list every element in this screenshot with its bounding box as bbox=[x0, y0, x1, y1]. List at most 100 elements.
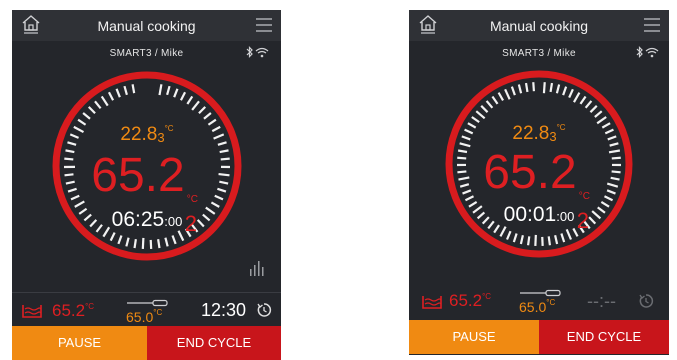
dial-tick bbox=[107, 91, 115, 101]
timer-reset-icon[interactable] bbox=[256, 302, 272, 318]
dial-tick bbox=[562, 86, 568, 96]
dial-tick bbox=[524, 82, 529, 93]
bar-graph-icon[interactable] bbox=[249, 260, 265, 276]
status-icons bbox=[246, 46, 269, 58]
dial-tick bbox=[109, 232, 116, 242]
status-footer: 65.2°C 65.0°C 12:30 bbox=[12, 292, 281, 326]
water-bath-icon bbox=[422, 296, 442, 309]
cooking-screen-running: Manual cooking SMART3 / Mike 22.83°C 65.… bbox=[12, 10, 281, 360]
page-title: Manual cooking bbox=[489, 18, 589, 34]
bath-temperature: 65.2°C bbox=[52, 301, 95, 320]
pause-button[interactable]: PAUSE bbox=[409, 320, 539, 354]
cycle-timer: 06:25:00 bbox=[111, 208, 183, 231]
dial-tick bbox=[547, 236, 552, 246]
dial-tick bbox=[499, 226, 507, 237]
temperature-dial: 22.83°C 65.2 °C 2 00:01:00 bbox=[442, 67, 636, 261]
dial-tick bbox=[87, 106, 96, 115]
dial-tick bbox=[506, 230, 512, 240]
dial-tick bbox=[555, 84, 561, 94]
dial-tick bbox=[203, 112, 212, 120]
dial-tick bbox=[517, 84, 523, 94]
dial-tick bbox=[554, 234, 559, 245]
core-temperature: 65.2 °C 2 bbox=[91, 149, 198, 236]
dial-tick bbox=[568, 88, 574, 98]
remaining-time: 12:30 bbox=[201, 300, 247, 320]
dial-tick bbox=[123, 85, 128, 96]
dial-tick bbox=[117, 235, 123, 245]
dial-tick bbox=[100, 95, 109, 107]
dial-tick bbox=[131, 84, 136, 94]
cycle-timer: 00:01:00 bbox=[503, 203, 575, 226]
dial-tick bbox=[573, 92, 581, 103]
dial-tick bbox=[471, 116, 480, 124]
bath-temperature: 65.2°C bbox=[449, 291, 492, 310]
dial-tick bbox=[82, 112, 91, 120]
page-title: Manual cooking bbox=[97, 18, 196, 34]
dial-tick bbox=[497, 92, 505, 102]
dial-tick bbox=[491, 95, 499, 105]
status-footer: 65.2°C 65.0°C --:-- bbox=[409, 285, 669, 319]
dial-tick bbox=[125, 237, 130, 247]
pause-button[interactable]: PAUSE bbox=[12, 326, 147, 360]
water-bath-icon bbox=[22, 305, 42, 318]
device-user-label: SMART3 / Mike bbox=[502, 48, 576, 59]
dial-tick bbox=[519, 234, 524, 245]
dial-tick bbox=[157, 238, 161, 249]
dial-tick bbox=[133, 238, 137, 249]
dial-tick bbox=[549, 82, 554, 93]
bluetooth-icon bbox=[246, 46, 253, 58]
bluetooth-icon bbox=[636, 46, 643, 58]
wifi-icon bbox=[645, 47, 659, 58]
device-user-label: SMART3 / Mike bbox=[109, 48, 184, 59]
temperature-dial: 22.83°C 65.2 °C 2 06:25:00 bbox=[49, 68, 245, 264]
dial-tick bbox=[485, 100, 494, 109]
dial-tick bbox=[94, 100, 102, 110]
ambient-temperature: 22.83°C bbox=[120, 124, 174, 145]
dial-tick bbox=[504, 88, 511, 100]
end-cycle-button[interactable]: END CYCLE bbox=[539, 320, 669, 354]
remaining-time: --:-- bbox=[587, 291, 616, 311]
dial-tick bbox=[179, 91, 187, 101]
dial-tick bbox=[115, 88, 121, 98]
dial-tick bbox=[526, 236, 531, 246]
dial-tick bbox=[158, 84, 163, 96]
core-probe-icon bbox=[127, 299, 168, 307]
dial-tick bbox=[171, 235, 177, 245]
dial-tick bbox=[191, 100, 200, 111]
dial-tick bbox=[177, 230, 185, 242]
cooking-screen-ending: Manual cooking SMART3 / Mike 22.83°C 65.… bbox=[409, 10, 669, 355]
dial-tick bbox=[210, 201, 220, 208]
top-bar: Manual cooking bbox=[409, 10, 669, 41]
dial-tick bbox=[512, 233, 518, 243]
dial-tick bbox=[198, 106, 207, 115]
dial-tick bbox=[589, 105, 598, 113]
probe-temperature: 65.0°C bbox=[126, 308, 163, 325]
dial-tick bbox=[173, 88, 179, 98]
dial-tick bbox=[74, 200, 85, 208]
top-bar: Manual cooking bbox=[12, 10, 281, 41]
dial-tick bbox=[594, 110, 603, 118]
dial-tick bbox=[579, 95, 587, 105]
dial-tick bbox=[480, 105, 489, 113]
dial-tick bbox=[186, 95, 194, 105]
hamburger-menu-icon[interactable] bbox=[256, 18, 272, 32]
core-temperature: 65.2 °C 2 bbox=[483, 146, 590, 233]
dial-tick bbox=[166, 85, 171, 96]
dial-tick bbox=[565, 228, 572, 240]
timer-reset-icon[interactable] bbox=[638, 293, 654, 309]
dial-tick bbox=[584, 100, 593, 109]
hamburger-menu-icon[interactable] bbox=[644, 18, 660, 32]
wifi-icon bbox=[255, 47, 269, 58]
core-probe-icon bbox=[520, 289, 561, 297]
dial-tick bbox=[560, 233, 566, 243]
ambient-temperature: 22.83°C bbox=[512, 123, 566, 144]
dial-tick bbox=[164, 237, 169, 247]
dial-tick bbox=[510, 86, 516, 96]
dial-tick bbox=[542, 82, 546, 94]
status-icons bbox=[636, 46, 659, 58]
end-cycle-button[interactable]: END CYCLE bbox=[147, 326, 281, 360]
dial-tick bbox=[532, 82, 536, 92]
probe-temperature: 65.0°C bbox=[519, 298, 556, 315]
dial-tick bbox=[475, 110, 486, 120]
dial-tick bbox=[141, 237, 145, 249]
